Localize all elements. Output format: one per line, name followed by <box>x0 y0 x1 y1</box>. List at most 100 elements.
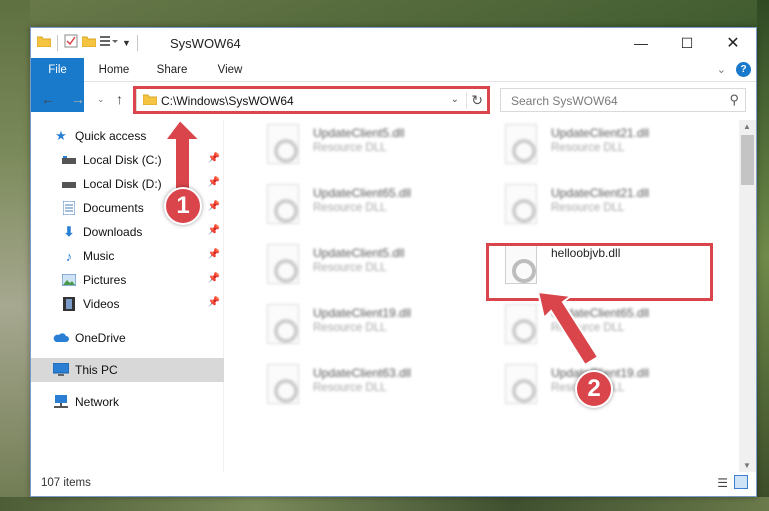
computer-icon <box>53 362 69 378</box>
sidebar-item-quick-access[interactable]: ★ Quick access <box>31 124 224 148</box>
maximize-button[interactable]: ☐ <box>664 28 710 58</box>
sidebar-item-this-pc[interactable]: This PC <box>31 358 224 382</box>
file-item[interactable]: UpdateClient19.dll Resource DLL <box>247 300 477 354</box>
sidebar-item-label: Local Disk (D:) <box>83 177 162 191</box>
file-item[interactable]: UpdateClient65.dll Resource DLL <box>247 180 477 234</box>
navigation-bar: ← → ⌄ ↑ C:\Windows\SysWOW64 ⌄ ↻ Search S… <box>31 83 756 117</box>
explorer-window: ▼ SysWOW64 — ☐ ✕ File Home Share View ⌄ … <box>30 27 757 497</box>
sidebar-item-network[interactable]: Network <box>31 390 224 414</box>
file-name: UpdateClient21.dll <box>551 186 650 200</box>
star-icon: ★ <box>55 128 67 143</box>
tab-home[interactable]: Home <box>93 58 135 82</box>
pin-icon[interactable]: 📌 <box>208 201 220 212</box>
dll-file-icon <box>267 304 299 344</box>
sidebar-item-videos[interactable]: Videos 📌 <box>31 292 224 316</box>
details-view-icon[interactable]: ☰ <box>717 476 728 490</box>
sidebar-item-label: Documents <box>83 201 144 215</box>
file-name: UpdateClient5.dll <box>313 246 405 260</box>
sidebar-item-label: This PC <box>75 363 118 377</box>
file-type: Resource DLL <box>313 382 387 394</box>
dll-file-icon <box>505 184 537 224</box>
sidebar-item-music[interactable]: ♪ Music 📌 <box>31 244 224 268</box>
search-input[interactable]: Search SysWOW64 ⚲ <box>500 88 746 112</box>
address-highlight-box <box>133 86 490 114</box>
toolbar-divider <box>57 34 58 51</box>
sidebar-item-label: OneDrive <box>75 331 126 345</box>
pin-icon[interactable]: 📌 <box>208 225 220 236</box>
quick-access-toolbar: ▼ <box>36 34 140 51</box>
pin-icon[interactable]: 📌 <box>208 273 220 284</box>
dll-file-icon <box>505 304 537 344</box>
dll-file-icon <box>505 364 537 404</box>
music-icon: ♪ <box>65 248 73 264</box>
file-name: UpdateClient21.dll <box>551 126 650 140</box>
toolbar-divider <box>136 34 138 51</box>
tab-share[interactable]: Share <box>151 58 193 82</box>
scroll-up-icon[interactable]: ▲ <box>743 122 751 131</box>
new-folder-icon[interactable] <box>81 35 97 50</box>
sidebar-item-pictures[interactable]: Pictures 📌 <box>31 268 224 292</box>
back-arrow-icon[interactable]: ← <box>41 91 55 107</box>
properties-icon[interactable] <box>64 34 78 51</box>
dll-file-icon <box>267 124 299 164</box>
forward-arrow-icon[interactable]: → <box>71 91 85 107</box>
desktop-background-left <box>0 0 30 511</box>
desktop-background-bottom <box>0 497 769 511</box>
sidebar-item-onedrive[interactable]: OneDrive <box>31 326 224 350</box>
file-type: Resource DLL <box>313 202 387 214</box>
status-bar: 107 items ☰ <box>31 471 756 496</box>
large-icons-view-icon[interactable] <box>734 475 748 489</box>
sidebar-item-label: Local Disk (C:) <box>83 153 162 167</box>
navigation-pane: ★ Quick access Local Disk (C:) 📌 Local D… <box>31 120 224 472</box>
file-item[interactable]: UpdateClient65.dll Resource DLL <box>485 300 715 354</box>
file-item[interactable]: UpdateClient5.dll Resource DLL <box>247 240 477 294</box>
file-type: Resource DLL <box>313 142 387 154</box>
pin-icon[interactable]: 📌 <box>208 249 220 260</box>
scroll-down-icon[interactable]: ▼ <box>743 461 751 470</box>
file-item[interactable]: UpdateClient21.dll Resource DLL <box>485 180 715 234</box>
file-highlight-box <box>486 243 713 301</box>
file-name: UpdateClient5.dll <box>313 126 405 140</box>
expand-ribbon-icon[interactable]: ⌄ <box>717 63 726 76</box>
tab-view[interactable]: View <box>209 58 251 82</box>
sidebar-item-local-disk-c[interactable]: Local Disk (C:) 📌 <box>31 148 224 172</box>
close-button[interactable]: ✕ <box>710 28 756 58</box>
scrollbar-thumb[interactable] <box>741 135 754 185</box>
desktop-background-right <box>757 0 769 511</box>
minimize-button[interactable]: — <box>618 28 664 58</box>
vertical-scrollbar[interactable]: ▲ ▼ <box>739 120 756 472</box>
sidebar-item-label: Pictures <box>83 273 127 287</box>
toolbar-dropdown-icon[interactable]: ▼ <box>122 38 131 48</box>
file-type: Resource DLL <box>551 322 625 334</box>
search-icon[interactable]: ⚲ <box>729 92 739 108</box>
sidebar-item-label: Music <box>83 249 115 263</box>
sidebar-item-label: Videos <box>83 297 120 311</box>
pin-icon[interactable]: 📌 <box>208 177 220 188</box>
file-item[interactable]: UpdateClient63.dll Resource DLL <box>247 360 477 414</box>
sidebar-item-downloads[interactable]: ⬇ Downloads 📌 <box>31 220 224 244</box>
sidebar-item-label: Quick access <box>75 129 147 143</box>
recent-locations-icon[interactable]: ⌄ <box>97 94 105 105</box>
customize-toolbar-icon[interactable] <box>100 35 118 50</box>
search-placeholder: Search SysWOW64 <box>511 94 618 108</box>
step-badge-1: 1 <box>164 187 202 225</box>
file-type: Resource DLL <box>313 322 387 334</box>
file-item[interactable]: UpdateClient5.dll Resource DLL <box>247 120 477 174</box>
cloud-icon <box>53 330 69 346</box>
file-type: Resource DLL <box>313 262 387 274</box>
item-count: 107 items <box>41 477 91 489</box>
pin-icon[interactable]: 📌 <box>208 297 220 308</box>
pictures-icon <box>61 272 77 288</box>
file-type: Resource DLL <box>551 142 625 154</box>
dll-file-icon <box>267 364 299 404</box>
help-icon[interactable]: ? <box>736 62 751 77</box>
pin-icon[interactable]: 📌 <box>208 153 220 164</box>
file-item[interactable]: UpdateClient21.dll Resource DLL <box>485 120 715 174</box>
dll-file-icon <box>505 124 537 164</box>
dll-file-icon <box>267 184 299 224</box>
file-name: UpdateClient63.dll <box>313 366 412 380</box>
up-arrow-icon[interactable]: ↑ <box>116 91 123 107</box>
videos-icon <box>61 296 77 312</box>
step-badge-2: 2 <box>575 370 613 408</box>
dll-file-icon <box>267 244 299 284</box>
